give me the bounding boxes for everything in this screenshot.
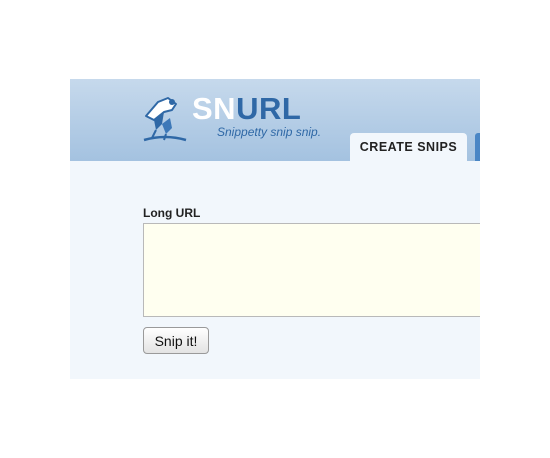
logo-url: URL [236, 91, 302, 126]
long-url-input[interactable] [143, 223, 480, 317]
logo-sn: SN [192, 91, 237, 126]
tab-create-snips[interactable]: CREATE SNIPS [350, 133, 467, 161]
long-url-label: Long URL [143, 206, 201, 220]
snurl-logo-icon [143, 97, 187, 142]
tab-next-partial[interactable] [475, 133, 480, 161]
snip-it-button[interactable]: Snip it! [143, 327, 209, 354]
site-header: SNURL Snippetty snip snip. CREATE SNIPS [70, 79, 480, 161]
page-container: SNURL Snippetty snip snip. CREATE SNIPS … [70, 79, 480, 379]
site-tagline: Snippetty snip snip. [217, 125, 322, 139]
site-logo-text[interactable]: SNURL [192, 92, 301, 126]
